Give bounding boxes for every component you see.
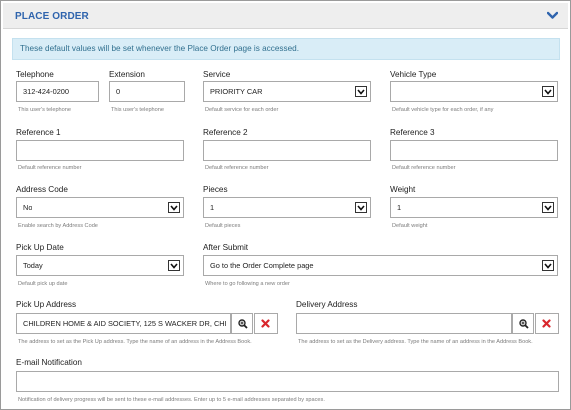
delivery-address-help: The address to set as the Delivery addre… xyxy=(298,339,533,345)
delivery-address-search-button[interactable] xyxy=(512,313,534,334)
weight-label: Weight xyxy=(390,185,416,194)
close-icon xyxy=(542,319,551,328)
chevron-down-icon[interactable] xyxy=(547,11,558,20)
pieces-help: Default pieces xyxy=(205,223,241,229)
panel-title: PLACE ORDER xyxy=(15,11,89,22)
info-alert: These default values will be set wheneve… xyxy=(12,38,560,60)
weight-value: 1 xyxy=(397,203,402,212)
place-order-panel: PLACE ORDER These default values will be… xyxy=(0,0,571,410)
reference1-help: Default reference number xyxy=(18,165,82,171)
pickup-date-select[interactable]: Today xyxy=(16,255,184,276)
extension-value: 0 xyxy=(116,87,121,96)
zoom-in-icon xyxy=(519,319,529,329)
telephone-help: This user's telephone xyxy=(18,107,71,113)
pickup-address-clear-button[interactable] xyxy=(254,313,278,334)
pickup-address-value: CHILDREN HOME & AID SOCIETY, 125 S WACKE… xyxy=(23,319,226,328)
weight-help: Default weight xyxy=(392,223,428,229)
close-icon xyxy=(261,319,270,328)
after-submit-value: Go to the Order Complete page xyxy=(210,261,314,270)
pickup-address-help: The address to set as the Pick Up addres… xyxy=(18,339,252,345)
service-help: Default service for each order xyxy=(205,107,279,113)
panel-header[interactable]: PLACE ORDER xyxy=(3,3,568,29)
pickup-address-search-button[interactable] xyxy=(231,313,253,334)
pickup-address-label: Pick Up Address xyxy=(16,300,77,309)
after-submit-label: After Submit xyxy=(203,243,249,252)
reference2-label: Reference 2 xyxy=(203,128,248,137)
extension-label: Extension xyxy=(109,70,145,79)
pieces-value: 1 xyxy=(210,203,215,212)
vehicle-type-select[interactable] xyxy=(390,81,558,102)
chevron-down-icon[interactable] xyxy=(542,202,554,213)
reference1-label: Reference 1 xyxy=(16,128,61,137)
email-notification-help: Notification of delivery progress will b… xyxy=(18,397,325,403)
email-notification-input[interactable] xyxy=(16,371,559,392)
service-label: Service xyxy=(203,70,231,79)
telephone-input[interactable]: 312-424-0200 xyxy=(16,81,99,102)
address-code-label: Address Code xyxy=(16,185,68,194)
reference3-input[interactable] xyxy=(390,140,558,161)
zoom-in-icon xyxy=(238,319,248,329)
chevron-down-icon[interactable] xyxy=(355,86,367,97)
chevron-down-icon[interactable] xyxy=(168,202,180,213)
after-submit-help: Where to go following a new order xyxy=(205,281,290,287)
service-value: PRIORITY CAR xyxy=(210,87,263,96)
chevron-down-icon[interactable] xyxy=(168,260,180,271)
vehicle-type-help: Default vehicle type for each order, if … xyxy=(392,107,494,113)
email-notification-label: E-mail Notification xyxy=(16,358,82,367)
delivery-address-input[interactable] xyxy=(296,313,512,334)
delivery-address-label: Delivery Address xyxy=(296,300,358,309)
pickup-address-input[interactable]: CHILDREN HOME & AID SOCIETY, 125 S WACKE… xyxy=(16,313,231,334)
reference3-help: Default reference number xyxy=(392,165,456,171)
weight-select[interactable]: 1 xyxy=(390,197,558,218)
info-alert-text: These default values will be set wheneve… xyxy=(20,44,299,53)
pieces-label: Pieces xyxy=(203,185,228,194)
address-code-help: Enable search by Address Code xyxy=(18,223,98,229)
chevron-down-icon[interactable] xyxy=(542,260,554,271)
delivery-address-clear-button[interactable] xyxy=(535,313,559,334)
chevron-down-icon[interactable] xyxy=(542,86,554,97)
address-code-value: No xyxy=(23,203,33,212)
vehicle-type-label: Vehicle Type xyxy=(390,70,437,79)
pickup-date-help: Default pick up date xyxy=(18,281,68,287)
reference1-input[interactable] xyxy=(16,140,184,161)
service-select[interactable]: PRIORITY CAR xyxy=(203,81,371,102)
address-code-select[interactable]: No xyxy=(16,197,184,218)
chevron-down-icon[interactable] xyxy=(355,202,367,213)
extension-help: This user's telephone xyxy=(111,107,164,113)
telephone-value: 312-424-0200 xyxy=(23,87,70,96)
reference2-input[interactable] xyxy=(203,140,371,161)
reference3-label: Reference 3 xyxy=(390,128,435,137)
pickup-date-value: Today xyxy=(23,261,43,270)
pieces-select[interactable]: 1 xyxy=(203,197,371,218)
extension-input[interactable]: 0 xyxy=(109,81,185,102)
after-submit-select[interactable]: Go to the Order Complete page xyxy=(203,255,558,276)
reference2-help: Default reference number xyxy=(205,165,269,171)
telephone-label: Telephone xyxy=(16,70,54,79)
pickup-date-label: Pick Up Date xyxy=(16,243,64,252)
